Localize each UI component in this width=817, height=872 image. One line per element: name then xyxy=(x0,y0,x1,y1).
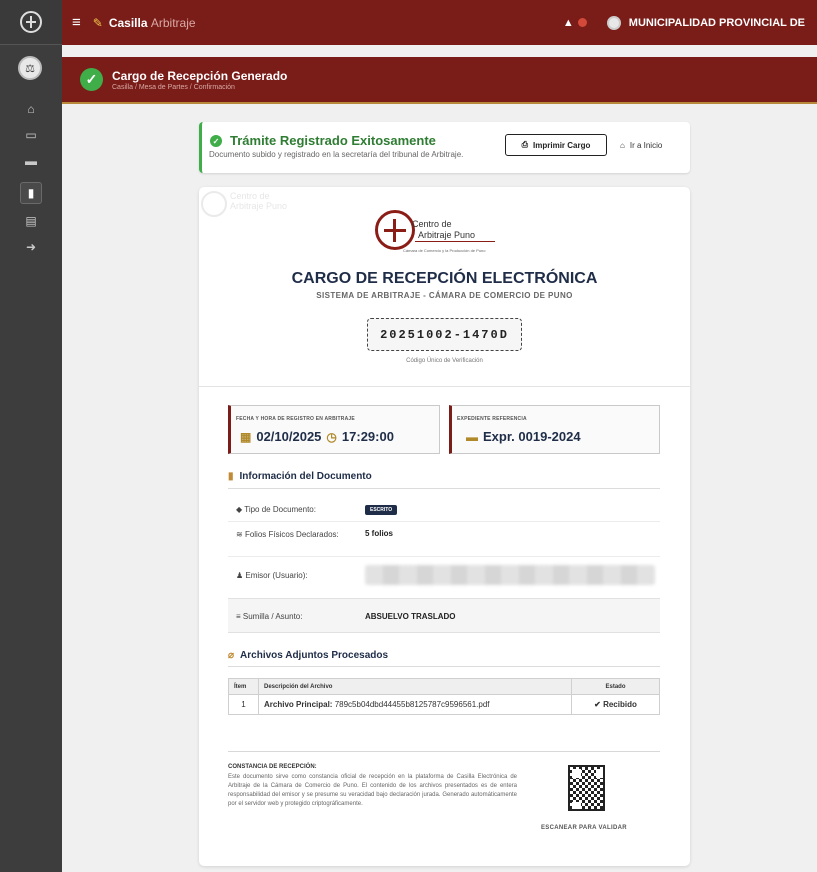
check-circle-icon: ✓ xyxy=(80,68,103,91)
info-section-heading: ▮ Información del Documento xyxy=(228,471,372,482)
page-header-banner: ✓ Cargo de Recepción Generado Casilla / … xyxy=(62,57,817,104)
registration-time: 17:29:00 xyxy=(341,429,394,444)
menu-toggle-icon[interactable]: ≡ xyxy=(72,14,81,31)
paperclip-icon: ⌀ xyxy=(228,650,235,661)
table-row: 1 Archivo Principal: 789c5b04dbd44455b81… xyxy=(228,694,660,715)
breadcrumb: Casilla / Mesa de Partes / Confirmación xyxy=(112,84,235,91)
attachments-table: Ítem Descripción del Archivo Estado 1 Ar… xyxy=(228,678,660,715)
scales-logo-icon xyxy=(375,210,415,250)
receipt-document: Centro de Arbitraje Puno Centro de Arbitr… xyxy=(199,187,690,866)
constancia-title: CONSTANCIA DE RECEPCIÓN: xyxy=(228,764,317,770)
printer-icon: ⎙ xyxy=(521,140,529,149)
layers-icon: ≋ xyxy=(236,530,245,539)
wrench-icon: ✎ xyxy=(92,15,103,30)
table-header: Ítem xyxy=(228,678,259,695)
case-reference-box: EXPEDIENTE REFERENCIA ▬ Expr. 0019-2024 xyxy=(449,405,660,454)
print-cargo-button[interactable]: ⎙ Imprimir Cargo xyxy=(505,134,607,156)
qr-code[interactable] xyxy=(568,765,605,811)
topbar: ≡ ✎ Casilla Arbitraje ▲ MUNICIPALIDAD PR… xyxy=(62,0,817,45)
document-title: CARGO DE RECEPCIÓN ELECTRÓNICA xyxy=(291,270,598,287)
attachments-section-heading: ⌀ Archivos Adjuntos Procesados xyxy=(228,650,389,661)
success-alert: ✓ Trámite Registrado Exitosamente Docume… xyxy=(199,122,690,173)
organization-icon xyxy=(606,15,621,30)
folder-open-icon: ▬ xyxy=(466,429,478,444)
organization-name[interactable]: MUNICIPALIDAD PROVINCIAL DE xyxy=(629,17,805,29)
document-icon: ▮ xyxy=(228,471,234,482)
page-title: Cargo de Recepción Generado xyxy=(112,69,288,83)
table-header: Estado xyxy=(571,678,660,695)
qr-label: ESCANEAR PARA VALIDAR xyxy=(541,825,627,831)
check-circle-icon: ✓ xyxy=(210,135,222,147)
inbox-icon[interactable]: ▭ xyxy=(20,124,42,146)
verification-code-label: Código Único de Verificación xyxy=(406,358,483,364)
calendar-icon: ▦ xyxy=(240,429,252,444)
home-icon: ⌂ xyxy=(620,140,625,150)
clock-icon: ◷ xyxy=(326,429,337,444)
print-cargo-label: Imprimir Cargo xyxy=(533,140,591,150)
user-avatar[interactable]: ⚖ xyxy=(18,56,42,80)
document-type-badge: ESCRITO xyxy=(365,505,398,515)
folder-icon[interactable]: ▬ xyxy=(20,150,42,172)
inbox-notification-icon[interactable]: ▲ xyxy=(563,17,574,29)
case-reference: Expr. 0019-2024 xyxy=(483,429,581,444)
home-icon[interactable]: ⌂ xyxy=(20,98,42,120)
tag-icon: ◆ xyxy=(236,505,245,514)
align-icon: ≡ xyxy=(236,612,243,621)
check-icon: ✔ xyxy=(594,700,604,709)
file-name[interactable]: 789c5b04dbd44455b8125787c9596561.pdf xyxy=(335,700,490,709)
document-subtitle: SISTEMA DE ARBITRAJE - CÁMARA DE COMERCI… xyxy=(316,291,573,300)
registration-datetime-box: FECHA Y HORA DE REGISTRO EN ARBITRAJE ▦ … xyxy=(228,405,440,454)
subject-row: ≡ Sumilla / Asunto: ABSUELVO TRASLADO xyxy=(228,598,660,633)
logout-icon[interactable]: ➜ xyxy=(20,236,42,258)
app-logo[interactable] xyxy=(0,0,62,45)
constancia-text: Este documento sirve como constancia ofi… xyxy=(228,774,517,807)
arbitration-logo-icon xyxy=(20,11,42,33)
notification-badge xyxy=(577,18,587,27)
arbitration-center-logo: Centro de Arbitraje Puno Cámara de Comer… xyxy=(375,210,515,258)
book-icon[interactable]: ▤ xyxy=(20,210,42,232)
watermark-logo-icon xyxy=(201,191,227,217)
sidebar: ⚖ ⌂ ▭ ▬ ▮ ▤ ➜ xyxy=(0,0,62,872)
watermark: Centro de Arbitraje Puno xyxy=(201,191,287,217)
app-title: Casilla Arbitraje xyxy=(108,15,196,30)
redacted-sender xyxy=(365,565,655,585)
success-title: Trámite Registrado Exitosamente xyxy=(230,133,436,148)
go-home-label: Ir a Inicio xyxy=(629,140,663,150)
file-icon[interactable]: ▮ xyxy=(20,182,42,204)
go-home-link[interactable]: ⌂ Ir a Inicio xyxy=(620,134,662,156)
verification-code: 20251002-1470D xyxy=(367,318,522,351)
success-description: Documento subido y registrado en la secr… xyxy=(209,150,464,159)
table-header: Descripción del Archivo xyxy=(258,678,572,695)
user-icon: ♟ xyxy=(236,571,246,580)
registration-date: 02/10/2025 xyxy=(256,429,322,444)
